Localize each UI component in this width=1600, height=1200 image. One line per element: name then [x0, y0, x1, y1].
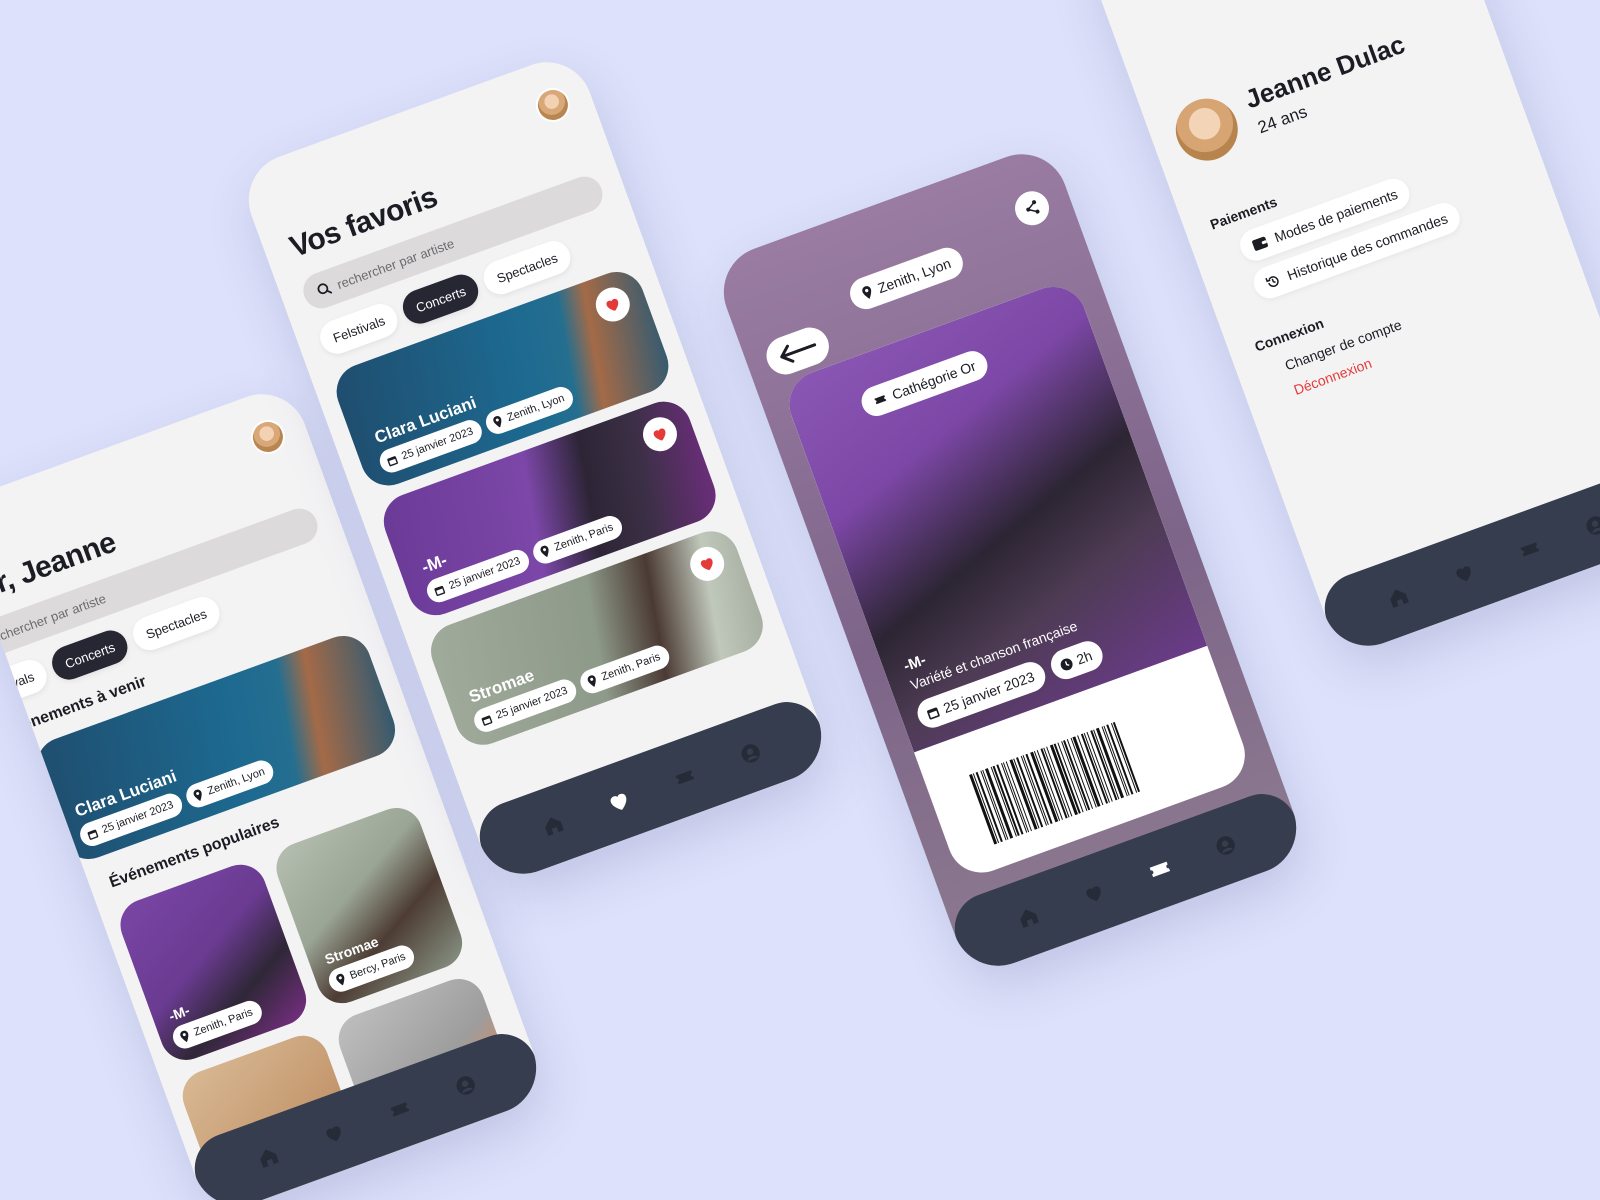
- search-icon: [317, 283, 333, 295]
- heart-icon: [606, 298, 619, 311]
- heart-icon: [700, 558, 713, 571]
- nav-favorites[interactable]: [315, 1114, 353, 1152]
- location-pin-icon: [587, 675, 596, 687]
- calendar-icon: [434, 585, 445, 596]
- nav-profile[interactable]: [731, 734, 769, 772]
- location-pin-icon: [193, 789, 202, 801]
- calendar-icon: [926, 707, 940, 720]
- profile-icon: [1216, 836, 1235, 855]
- nav-favorites[interactable]: [600, 782, 638, 820]
- calendar-icon: [87, 829, 99, 840]
- chip-festivals[interactable]: Felstivals: [315, 299, 403, 359]
- nav-profile[interactable]: [1576, 506, 1600, 544]
- event-date: 25 janvier 2023: [447, 555, 523, 593]
- heart-icon: [1456, 566, 1471, 582]
- location-pin-icon: [540, 545, 549, 558]
- ticket-icon: [675, 770, 695, 785]
- home-icon: [1390, 589, 1409, 608]
- chip-concerts[interactable]: Concerts: [47, 625, 133, 685]
- nav-favorites[interactable]: [1445, 554, 1483, 592]
- nav-profile[interactable]: [446, 1066, 484, 1104]
- event-venue: Zenith, Lyon: [505, 392, 567, 425]
- ticket-venue: Zenith, Lyon: [875, 255, 953, 297]
- profile-icon: [1586, 516, 1600, 535]
- profile-name: Jeanne Dulac: [1241, 28, 1409, 115]
- nav-tickets[interactable]: [666, 758, 704, 796]
- ticket-icon: [1149, 861, 1171, 878]
- ticket-icon: [390, 1102, 410, 1117]
- event-venue: Zenith, Paris: [192, 1006, 255, 1039]
- history-icon: [1265, 275, 1279, 287]
- nav-home[interactable]: [534, 806, 572, 844]
- calendar-icon: [481, 715, 493, 726]
- event-venue: Zenith, Lyon: [205, 765, 267, 798]
- wallet-icon: [1252, 236, 1268, 251]
- location-pin-icon: [180, 1030, 189, 1043]
- event-artist: -M-: [166, 1001, 192, 1025]
- profile-icon: [456, 1076, 475, 1095]
- location-pin-icon: [336, 973, 345, 986]
- venue-pill: Zenith, Lyon: [845, 243, 967, 314]
- venue-tag: Zenith, Paris: [577, 642, 673, 697]
- profile-icon: [741, 744, 760, 763]
- home-icon: [545, 817, 564, 836]
- unfavorite-button[interactable]: [590, 282, 635, 327]
- heart-icon: [326, 1126, 341, 1142]
- venue-tag: Zenith, Lyon: [482, 383, 577, 438]
- user-avatar[interactable]: [531, 83, 575, 127]
- clock-icon: [1060, 658, 1073, 671]
- nav-tickets[interactable]: [1141, 850, 1179, 888]
- home-icon: [260, 1149, 279, 1168]
- venue-tag: Zenith, Paris: [530, 512, 626, 567]
- heart-icon: [610, 793, 627, 810]
- user-avatar: [1167, 89, 1247, 170]
- nav-tickets[interactable]: [1511, 530, 1549, 568]
- calendar-icon: [387, 455, 398, 466]
- heart-icon: [1086, 886, 1101, 902]
- bottom-navbar: [1314, 464, 1600, 659]
- ticket-barcode: [969, 698, 1205, 845]
- nav-home[interactable]: [1379, 578, 1417, 616]
- ticket-card: Cathégorie Or -M- Variété et chanson fra…: [779, 277, 1255, 883]
- home-icon: [1020, 909, 1039, 928]
- nav-profile[interactable]: [1206, 826, 1244, 864]
- arrow-left-icon: [780, 343, 817, 363]
- chip-concerts[interactable]: Concerts: [398, 269, 484, 329]
- location-pin-icon: [862, 286, 872, 299]
- nav-home[interactable]: [1009, 898, 1047, 936]
- ticket-icon: [1520, 542, 1540, 557]
- ticket-icon: [874, 395, 887, 405]
- nav-favorites[interactable]: [1075, 874, 1113, 912]
- event-venue: Zenith, Paris: [552, 521, 615, 554]
- unfavorite-button[interactable]: [685, 542, 729, 586]
- nav-tickets[interactable]: [381, 1090, 419, 1128]
- ticket-duration: 2h: [1074, 647, 1095, 668]
- venue-tag: Zenith, Lyon: [183, 756, 278, 811]
- event-venue: Zenith, Paris: [599, 650, 663, 684]
- share-button[interactable]: [1010, 186, 1054, 231]
- user-avatar[interactable]: [246, 415, 290, 459]
- share-icon: [1026, 200, 1040, 214]
- location-pin-icon: [493, 415, 502, 428]
- heart-icon: [653, 428, 666, 441]
- nav-home[interactable]: [249, 1138, 287, 1176]
- chip-festivals[interactable]: stivals: [0, 655, 52, 709]
- unfavorite-button[interactable]: [638, 412, 682, 457]
